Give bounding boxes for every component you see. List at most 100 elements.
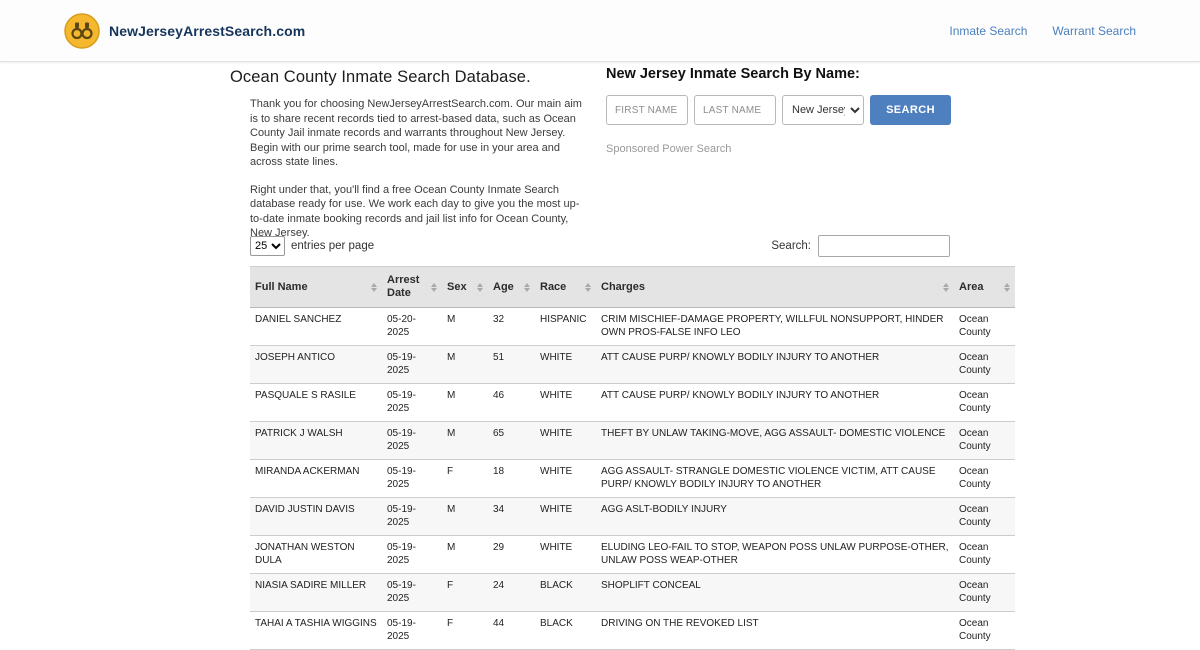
table-row: PASQUALE S RASILE 05-19-2025 M 46 WHITE ATT C… <box>250 383 1015 422</box>
site-logo[interactable]: NewJerseyArrestSearch.com <box>64 12 305 49</box>
entries-per-page-select[interactable]: 25 <box>250 236 285 256</box>
column-label: Full Name <box>255 280 308 293</box>
cell-arrest-date: 05-19-2025 <box>382 459 442 498</box>
name-search-form: New Jersey SEARCH <box>606 95 952 125</box>
table-row: NIASIA SADIRE MILLER 05-19-2025 F 24 BLACK SH… <box>250 573 1015 612</box>
cell-age: 65 <box>488 421 535 460</box>
cell-charges: CRIM MISCHIEF-DAMAGE PROPERTY, WILLFUL N… <box>596 307 954 346</box>
cell-arrest-date: 05-20-2025 <box>382 307 442 346</box>
last-name-input[interactable] <box>694 95 776 125</box>
inmate-table-head: Full Name Arrest Date Sex Age Race Charges Are… <box>250 266 1015 308</box>
column-header-area[interactable]: Area <box>954 266 1015 308</box>
column-header-race[interactable]: Race <box>535 266 596 308</box>
intro-paragraph-1: Thank you for choosing NewJerseyArrestSe… <box>250 98 582 168</box>
cell-area: Ocean County <box>954 345 1015 384</box>
nav-warrant-search[interactable]: Warrant Search <box>1052 24 1136 38</box>
cell-race: BLACK <box>535 611 596 650</box>
column-header-charges[interactable]: Charges <box>596 266 954 308</box>
cell-area: Ocean County <box>954 383 1015 422</box>
logo-icon <box>64 12 100 49</box>
column-label: Charges <box>601 280 646 293</box>
cell-full-name: JONATHAN WESTON DULA <box>250 535 382 574</box>
cell-arrest-date: 05-19-2025 <box>382 383 442 422</box>
site-header: NewJerseyArrestSearch.com Inmate Search … <box>0 0 1200 62</box>
cell-race: WHITE <box>535 383 596 422</box>
cell-age: 34 <box>488 497 535 536</box>
name-search-section: New Jersey Inmate Search By Name: New Je… <box>606 64 952 155</box>
cell-area: Ocean County <box>954 497 1015 536</box>
entries-label: entries per page <box>291 240 375 252</box>
table-header-row: Full Name Arrest Date Sex Age Race Charges Are… <box>250 266 1015 308</box>
cell-full-name: DANIEL SANCHEZ <box>250 307 382 346</box>
cell-arrest-date: 05-19-2025 <box>382 535 442 574</box>
state-select[interactable]: New Jersey <box>782 95 864 125</box>
name-search-title: New Jersey Inmate Search By Name: <box>606 66 860 82</box>
cell-sex: M <box>442 307 488 346</box>
cell-age: 51 <box>488 345 535 384</box>
column-header-sex[interactable]: Sex <box>442 266 488 308</box>
cell-sex: M <box>442 383 488 422</box>
table-search-label: Search: <box>771 240 811 252</box>
sort-icon[interactable] <box>477 282 483 292</box>
cell-sex: M <box>442 345 488 384</box>
inmate-table-body: DANIEL SANCHEZ 05-20-2025 M 32 HISPANIC CRIM … <box>250 307 1015 650</box>
table-search-input[interactable] <box>818 235 950 257</box>
first-name-input[interactable] <box>606 95 688 125</box>
cell-age: 32 <box>488 307 535 346</box>
site-name[interactable]: NewJerseyArrestSearch.com <box>109 23 305 39</box>
table-row: JOSEPH ANTICO 05-19-2025 M 51 WHITE ATT CAUSE… <box>250 345 1015 384</box>
cell-area: Ocean County <box>954 535 1015 574</box>
cell-sex: M <box>442 421 488 460</box>
cell-full-name: NIASIA SADIRE MILLER <box>250 573 382 612</box>
cell-charges: ATT CAUSE PURP/ KNOWLY BODILY INJURY TO … <box>596 345 954 384</box>
sort-icon[interactable] <box>524 282 530 292</box>
cell-arrest-date: 05-19-2025 <box>382 421 442 460</box>
table-row: MIRANDA ACKERMAN 05-19-2025 F 18 WHITE AGG AS… <box>250 459 1015 498</box>
cell-sex: F <box>442 611 488 650</box>
cell-area: Ocean County <box>954 611 1015 650</box>
cell-charges: DRIVING ON THE REVOKED LIST <box>596 611 954 650</box>
cell-full-name: PATRICK J WALSH <box>250 421 382 460</box>
column-label: Arrest Date <box>387 274 420 299</box>
sort-icon[interactable] <box>943 282 949 292</box>
cell-charges: AGG ASLT-BODILY INJURY <box>596 497 954 536</box>
page-title: Ocean County Inmate Search Database. <box>230 68 531 86</box>
column-header-full-name[interactable]: Full Name <box>250 266 382 308</box>
sort-icon[interactable] <box>585 282 591 292</box>
cell-arrest-date: 05-19-2025 <box>382 611 442 650</box>
inmate-table: Full Name Arrest Date Sex Age Race Charges Are… <box>250 266 1015 650</box>
cell-race: WHITE <box>535 497 596 536</box>
table-row: PATRICK J WALSH 05-19-2025 M 65 WHITE THEFT B… <box>250 421 1015 460</box>
sort-icon[interactable] <box>1004 282 1010 292</box>
cell-full-name: JOSEPH ANTICO <box>250 345 382 384</box>
cell-sex: F <box>442 459 488 498</box>
intro-paragraph-2: Right under that, you'll find a free Oce… <box>250 183 580 240</box>
column-label: Sex <box>447 280 467 293</box>
cell-race: BLACK <box>535 573 596 612</box>
cell-age: 46 <box>488 383 535 422</box>
sponsored-text: Sponsored Power Search <box>606 143 732 155</box>
cell-area: Ocean County <box>954 421 1015 460</box>
column-header-arrest-date[interactable]: Arrest Date <box>382 266 442 308</box>
entries-control: 25 entries per page <box>250 236 374 256</box>
column-label: Area <box>959 280 984 293</box>
cell-race: WHITE <box>535 421 596 460</box>
table-row: TAHAI A TASHIA WIGGINS 05-19-2025 F 44 BLACK… <box>250 611 1015 650</box>
cell-charges: THEFT BY UNLAW TAKING-MOVE, AGG ASSAULT-… <box>596 421 954 460</box>
cell-arrest-date: 05-19-2025 <box>382 573 442 612</box>
nav-inmate-search[interactable]: Inmate Search <box>949 24 1027 38</box>
table-controls: 25 entries per page Search: <box>250 235 950 257</box>
cell-charges: AGG ASSAULT- STRANGLE DOMESTIC VIOLENCE … <box>596 459 954 498</box>
sort-icon[interactable] <box>431 282 437 292</box>
cell-race: HISPANIC <box>535 307 596 346</box>
table-row: DAVID JUSTIN DAVIS 05-19-2025 M 34 WHITE AGG … <box>250 497 1015 536</box>
search-button[interactable]: SEARCH <box>870 95 951 125</box>
cell-race: WHITE <box>535 535 596 574</box>
table-row: JONATHAN WESTON DULA 05-19-2025 M 29 WHITE EL… <box>250 535 1015 574</box>
column-header-age[interactable]: Age <box>488 266 535 308</box>
cell-sex: M <box>442 497 488 536</box>
table-row: DANIEL SANCHEZ 05-20-2025 M 32 HISPANIC CRIM … <box>250 307 1015 346</box>
sort-icon[interactable] <box>371 282 377 292</box>
cell-full-name: TAHAI A TASHIA WIGGINS <box>250 611 382 650</box>
cell-arrest-date: 05-19-2025 <box>382 345 442 384</box>
